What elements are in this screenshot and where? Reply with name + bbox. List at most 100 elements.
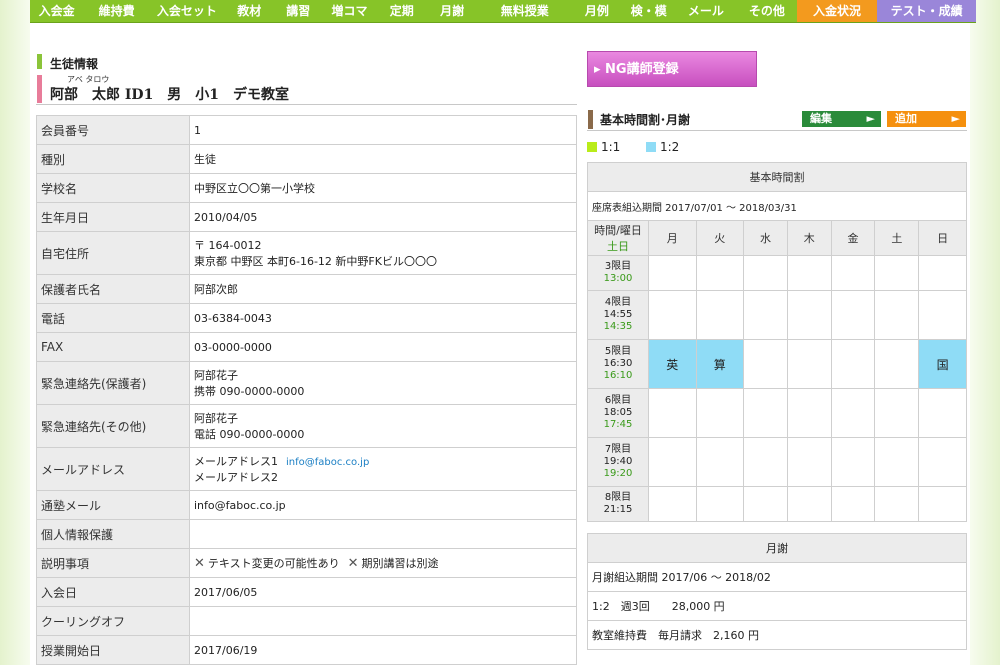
class-slot[interactable]: 国 xyxy=(918,339,967,389)
info-label: 自宅住所 xyxy=(36,231,190,275)
timetable-slot[interactable] xyxy=(830,290,876,340)
timetable-slot[interactable] xyxy=(874,255,920,291)
timetable-slot[interactable] xyxy=(830,437,876,487)
timetable-slot[interactable] xyxy=(874,290,920,340)
info-label: 入会日 xyxy=(36,577,190,607)
timetable-slot[interactable] xyxy=(918,388,967,438)
timetable-slot[interactable] xyxy=(830,255,876,291)
nav-tab[interactable]: 検・模 xyxy=(623,0,675,22)
info-value-line: 〒 164-0012 xyxy=(194,237,572,253)
nav-tab[interactable]: 入金状況 xyxy=(796,0,878,22)
timetable-slot[interactable] xyxy=(743,486,788,522)
timetable-slot[interactable] xyxy=(786,437,832,487)
timetable-slot[interactable] xyxy=(874,486,920,522)
timetable-slot[interactable] xyxy=(743,437,788,487)
timetable-slot[interactable] xyxy=(786,255,832,291)
info-value-text: 2017/06/19 xyxy=(194,643,258,657)
timetable-slot[interactable] xyxy=(918,437,967,487)
info-value: 阿部次郎 xyxy=(189,274,577,304)
ng-teacher-register-button[interactable]: ▸ NG講師登録 xyxy=(587,51,757,87)
timetable-slot[interactable] xyxy=(874,388,920,438)
nav-tab[interactable]: テスト・成績 xyxy=(877,0,976,22)
timetable-slot[interactable] xyxy=(830,486,876,522)
timetable-slot[interactable] xyxy=(874,339,920,389)
nav-tab[interactable]: 無料授業 xyxy=(478,0,571,22)
class-slot[interactable]: 算 xyxy=(695,339,745,389)
top-nav: 入会金 維持費 入会セット 教材 講習 増コマ 定期 月謝 無料授業 月例 検・模 メール その他 入金状… xyxy=(30,0,976,23)
nav-tab[interactable]: メール xyxy=(675,0,737,22)
edit-button[interactable]: 編集 ► xyxy=(802,111,881,127)
nav-tab[interactable]: 維持費 xyxy=(83,0,150,22)
day-header: 火 xyxy=(695,220,745,256)
nav-tab[interactable]: 教材 xyxy=(224,0,275,22)
timetable-slot[interactable] xyxy=(648,486,697,522)
nav-tab[interactable]: 講習 xyxy=(275,0,321,22)
info-value-line: 2017/06/05 xyxy=(194,586,572,599)
info-value: 2010/04/05 xyxy=(189,202,577,232)
divider xyxy=(36,104,577,105)
nav-tab[interactable]: 入会セット xyxy=(150,0,224,22)
period-row: 5限目 16:30 16:10 英算国 xyxy=(587,339,967,389)
info-row: 入会日 2017/06/05 xyxy=(36,577,577,607)
timetable-slot[interactable] xyxy=(918,255,967,291)
info-value-text: 阿部花子 xyxy=(194,369,238,382)
timetable-slot[interactable] xyxy=(830,339,876,389)
timetable-slot[interactable] xyxy=(786,290,832,340)
add-label: 追加 xyxy=(895,112,917,125)
info-value-text: 03-0000-0000 xyxy=(194,340,272,354)
timetable-slot[interactable] xyxy=(648,255,697,291)
nav-tab[interactable]: 入会金 xyxy=(30,0,83,22)
period-time: 21:15 xyxy=(603,504,633,515)
info-value-line: 阿部花子 xyxy=(194,410,572,426)
info-label: FAX xyxy=(36,332,190,362)
class-slot[interactable]: 英 xyxy=(648,339,697,389)
legend-label: 1:2 xyxy=(660,140,680,154)
nav-tab[interactable]: 月謝 xyxy=(426,0,478,22)
timetable-slot[interactable] xyxy=(786,486,832,522)
timetable-slot[interactable] xyxy=(743,388,788,438)
timetable-slot[interactable] xyxy=(874,437,920,487)
info-value xyxy=(189,606,577,636)
info-label: メールアドレス xyxy=(36,447,190,491)
timetable-slot[interactable] xyxy=(695,486,745,522)
info-value-line: 03-0000-0000 xyxy=(194,341,572,354)
student-name: 阿部 太郎 ID1 男 小1 デモ教室 xyxy=(50,87,290,103)
nav-tab[interactable]: 増コマ xyxy=(321,0,377,22)
timetable-slot[interactable] xyxy=(648,290,697,340)
timetable-slot[interactable] xyxy=(695,255,745,291)
timetable-slot[interactable] xyxy=(695,388,745,438)
info-row: クーリングオフ xyxy=(36,606,577,636)
timetable-slot[interactable] xyxy=(918,486,967,522)
timetable-slot[interactable] xyxy=(695,437,745,487)
info-value-text: 2017/06/05 xyxy=(194,585,258,599)
timetable-slot[interactable] xyxy=(918,290,967,340)
info-value-text: 阿部次郎 xyxy=(194,283,238,296)
period-time: 13:00 xyxy=(603,273,633,284)
info-value: 〒 164-0012 東京都 中野区 本町6-16-12 新中野FKビル〇〇〇 xyxy=(189,231,577,275)
student-info-title: 生徒情報 xyxy=(50,57,99,71)
info-row: 種別 生徒 xyxy=(36,144,577,174)
nav-tab[interactable]: 月例 xyxy=(571,0,622,22)
timetable-slot[interactable] xyxy=(786,339,832,389)
nav-tab[interactable]: その他 xyxy=(737,0,797,22)
timetable: 基本時間割 座席表組込期間 2017/07/01 ～ 2018/03/31 時間/曜… xyxy=(587,162,967,522)
timetable-slot[interactable] xyxy=(695,290,745,340)
timetable-slot[interactable] xyxy=(786,388,832,438)
period-time-alt: 16:10 xyxy=(603,370,633,381)
period-name: 6限目 xyxy=(604,395,632,406)
email-link[interactable]: info@faboc.co.jp xyxy=(286,457,369,468)
schedule-title: 基本時間割･月謝 xyxy=(600,113,691,127)
timetable-slot[interactable] xyxy=(648,437,697,487)
timetable-period-row: 座席表組込期間 2017/07/01 ～ 2018/03/31 xyxy=(587,191,967,221)
info-value: 阿部花子 携帯 090-0000-0000 xyxy=(189,361,577,405)
maintenance-fee: 教室維持費 毎月請求 2,160 円 xyxy=(587,620,967,650)
timetable-slot[interactable] xyxy=(743,290,788,340)
nav-tab[interactable]: 定期 xyxy=(378,0,426,22)
timetable-slot[interactable] xyxy=(743,255,788,291)
timetable-slot[interactable] xyxy=(648,388,697,438)
timetable-slot[interactable] xyxy=(830,388,876,438)
add-button[interactable]: 追加 ► xyxy=(887,111,966,127)
info-value-line: 東京都 中野区 本町6-16-12 新中野FKビル〇〇〇 xyxy=(194,253,572,269)
timetable-slot[interactable] xyxy=(743,339,788,389)
period-time: 14:55 xyxy=(603,309,633,320)
